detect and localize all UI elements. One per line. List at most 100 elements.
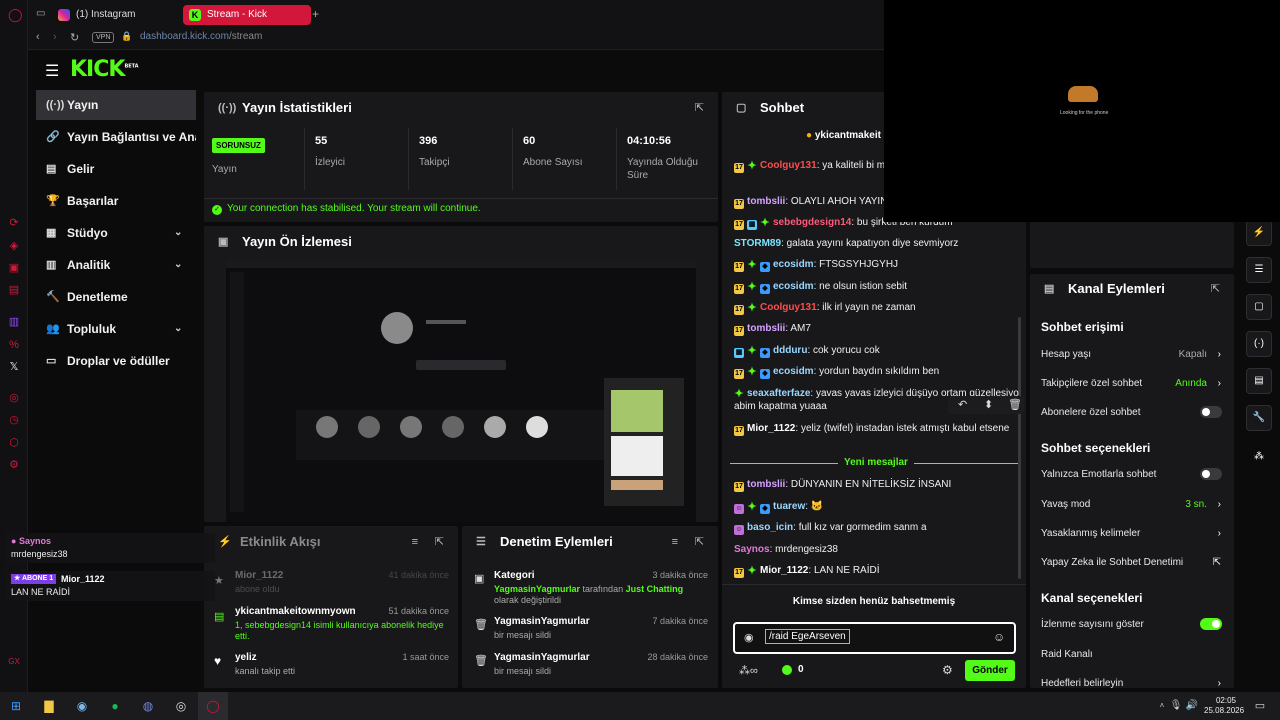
popout-icon[interactable]: ⇱: [695, 92, 704, 124]
sidebar-app-icon[interactable]: ⬡: [8, 437, 20, 449]
chat-message[interactable]: STORM89: galata yayını kapatıyon diye se…: [734, 237, 1019, 250]
chat-username[interactable]: seaxafterfaze: [747, 388, 810, 399]
obs-icon[interactable]: ◎: [173, 698, 189, 714]
shield-icon[interactable]: ◉: [744, 631, 754, 644]
vpn-badge[interactable]: VPN: [92, 32, 115, 43]
lightning-button[interactable]: ⚡: [1246, 220, 1272, 246]
settings-icon[interactable]: ⚙: [8, 459, 20, 471]
sidebar-app-icon[interactable]: %: [8, 339, 20, 351]
chat-username[interactable]: ecosidm: [773, 366, 814, 377]
chat-input[interactable]: ◉ /raid EgeArseven ☺: [733, 622, 1016, 654]
chat-username[interactable]: baso_icin: [747, 522, 793, 533]
chat-message[interactable]: 17 tombslii: DÜNYANIN EN NİTELİKSİZ İNSAN…: [734, 478, 1019, 492]
clock[interactable]: 02:05 25.08.2026: [1204, 696, 1244, 716]
ai-moderation-row[interactable]: Yapay Zeka ile Sohbet Denetimi ⇱: [1041, 557, 1221, 568]
chat-username[interactable]: Saynos: [734, 544, 770, 555]
chat-message[interactable]: ☺ ✦ ◆ tuarew: 🐱: [734, 500, 1019, 514]
chat-username[interactable]: tombslii: [747, 479, 785, 490]
chat-message[interactable]: 17 ✦ ◆ ecosidm: ne olsun istion sebit: [734, 280, 1019, 294]
sidebar-item-5[interactable]: ▥ Analitik ⌄: [36, 250, 196, 280]
sidebar-item-0[interactable]: ((·)) Yayın: [36, 90, 196, 120]
chat-username[interactable]: STORM89: [734, 238, 781, 249]
sidebar-app-icon[interactable]: ⟳: [8, 217, 20, 229]
chat-username[interactable]: tombslii: [747, 323, 785, 334]
chat-message[interactable]: 17 tombslii: AM7: [734, 322, 1019, 336]
pin-icon[interactable]: ⬍: [984, 398, 993, 411]
list-button[interactable]: ☰: [1246, 257, 1272, 283]
windows-start-icon[interactable]: ⊞: [8, 698, 24, 714]
menu-icon[interactable]: ☰: [45, 61, 59, 81]
volume-icon[interactable]: 🔊: [1184, 698, 1200, 714]
subs-only-toggle[interactable]: [1200, 406, 1222, 418]
broadcast-button[interactable]: (·): [1246, 331, 1272, 357]
preview-video[interactable]: [226, 260, 696, 522]
community-icon[interactable]: ⁂∞: [739, 664, 758, 677]
chat-username[interactable]: tuarew: [773, 501, 805, 512]
sidebar-item-1[interactable]: 🔗 Yayın Bağlantısı ve Anahtarı: [36, 122, 196, 152]
chat-username[interactable]: Mior_1122: [747, 423, 795, 434]
filter-icon[interactable]: ≡: [672, 526, 678, 558]
emotes-only-toggle[interactable]: [1200, 468, 1222, 480]
clock-icon[interactable]: ◷: [8, 414, 20, 426]
new-tab-button[interactable]: +: [312, 8, 319, 20]
sidebar-app-icon[interactable]: ◈: [8, 240, 20, 252]
chat-message[interactable]: 17 Mior_1122: yeliz (twifel) instadan ist…: [734, 422, 1019, 436]
filter-icon[interactable]: ≡: [412, 526, 418, 558]
gx-icon[interactable]: GX: [8, 656, 20, 668]
chat-message[interactable]: 17 ✦ ◆ ecosidm: yordun baydın sıkıldım ben: [734, 365, 1019, 379]
discord-icon[interactable]: ◍: [140, 698, 156, 714]
chat-message[interactable]: Saynos: mrdengesiz38: [734, 543, 1019, 556]
popout-icon[interactable]: ⇱: [435, 526, 444, 558]
sidebar-item-3[interactable]: 🏆 Başarılar: [36, 186, 196, 216]
community-icon[interactable]: ⁂: [1254, 451, 1264, 462]
delete-icon[interactable]: 🗑: [1008, 398, 1022, 411]
notification-icon[interactable]: ▭: [1252, 698, 1268, 714]
set-goals-row[interactable]: Hedefleri belirleyin ›: [1041, 678, 1221, 688]
emoji-icon[interactable]: ☺: [993, 630, 1005, 644]
microphone-icon[interactable]: 🎙: [1168, 698, 1184, 714]
sidebar-item-7[interactable]: 👥 Topluluk ⌄: [36, 314, 196, 344]
slow-mode-row[interactable]: Yavaş mod 3 sn. ›: [1041, 499, 1221, 510]
opera-logo-icon[interactable]: ◯: [8, 8, 23, 21]
sidebar-app-icon[interactable]: ▤: [8, 284, 20, 296]
sidebar-item-8[interactable]: ▭ Droplar ve ödüller: [36, 346, 196, 376]
chat-username[interactable]: Coolguy131: [760, 160, 817, 171]
chat-username[interactable]: ecosidm: [773, 259, 814, 270]
chat-input-value[interactable]: /raid EgeArseven: [765, 629, 850, 644]
chat-message[interactable]: ▦ ✦ ◆ ddduru: cok yorucu cok: [734, 344, 1019, 358]
opera-taskbar-item[interactable]: ◯: [198, 692, 228, 720]
sidebar-item-4[interactable]: ▦ Stüdyo ⌄: [36, 218, 196, 248]
sidebar-app-icon[interactable]: ◎: [8, 392, 20, 404]
forward-icon[interactable]: ›: [53, 31, 57, 43]
chat-button[interactable]: ▢: [1246, 294, 1272, 320]
chat-message[interactable]: 17 ✦ Coolguy131: ilk irl yayın ne zaman: [734, 301, 1019, 315]
sidebar-item-2[interactable]: ▤ Gelir: [36, 154, 196, 184]
banned-words-row[interactable]: Yasaklanmış kelimeler ›: [1041, 528, 1221, 539]
tab-menu-icon[interactable]: ▭: [36, 8, 45, 19]
send-button[interactable]: Gönder: [965, 660, 1015, 681]
chat-message[interactable]: 17 ✦ Mior_1122: LAN NE RAİDİ: [734, 564, 1019, 578]
show-viewers-toggle[interactable]: [1200, 618, 1222, 630]
chat-username[interactable]: Mior_1122: [760, 565, 808, 576]
steam-icon[interactable]: ◉: [74, 698, 90, 714]
reply-icon[interactable]: ↶: [958, 398, 967, 411]
tab-kick[interactable]: K Stream - Kick Dashboard: [183, 5, 311, 40]
chat-username[interactable]: ddduru: [773, 345, 807, 356]
spotify-icon[interactable]: ●: [107, 698, 123, 714]
gear-icon[interactable]: ⚙: [942, 663, 953, 677]
sidebar-item-6[interactable]: 🔨 Denetleme: [36, 282, 196, 312]
file-explorer-icon[interactable]: ▇: [41, 698, 57, 714]
reload-icon[interactable]: ↻: [70, 31, 79, 44]
back-icon[interactable]: ‹: [36, 31, 40, 43]
wrench-button[interactable]: 🔧: [1246, 405, 1272, 431]
sidebar-app-icon[interactable]: ▣: [8, 262, 20, 274]
url-field[interactable]: dashboard.kick.com/stream: [140, 31, 262, 42]
chat-message[interactable]: 17 ✦ ◆ ecosidm: FTSGSYHJGYHJ: [734, 258, 1019, 272]
printer-button[interactable]: ▤: [1246, 368, 1272, 394]
raid-channel-row[interactable]: Raid Kanalı: [1041, 649, 1221, 660]
followers-only-row[interactable]: Takipçilere özel sohbet Anında ›: [1041, 378, 1221, 389]
chat-username[interactable]: tombslii: [747, 196, 785, 207]
popout-icon[interactable]: ⇱: [1211, 274, 1220, 304]
tab-instagram[interactable]: (1) Instagram: [52, 5, 178, 25]
twitch-icon[interactable]: ▥: [8, 316, 20, 328]
